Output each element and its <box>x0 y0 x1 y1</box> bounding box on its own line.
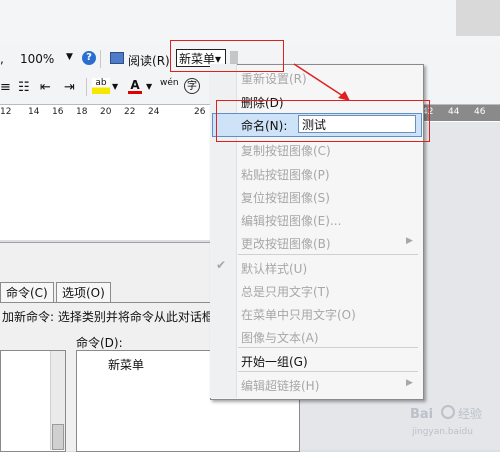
toolbar-separator <box>100 50 101 68</box>
menu-item-edit-image[interactable]: 编辑按钮图像(E)... <box>241 212 341 229</box>
annotation-box-rename <box>216 100 430 142</box>
read-label: 阅读 <box>128 54 153 68</box>
align-icon[interactable]: ≡ <box>0 80 11 95</box>
font-color-icon[interactable]: A <box>128 78 142 94</box>
svg-text:经验: 经验 <box>458 406 482 421</box>
toolbar-separator <box>86 78 87 96</box>
ruler-number: 22 <box>124 107 136 117</box>
menu-item-text-only-menus[interactable]: 在菜单中只用文字(O) <box>241 306 356 323</box>
bullet-list-icon[interactable]: ☷ <box>18 80 30 95</box>
check-icon: ✔ <box>216 258 227 272</box>
ruler-number: 14 <box>28 107 40 117</box>
dialog-instruction: 加新命令: 选择类别并将命令从此对话框 <box>2 310 214 324</box>
menu-item-copy-image[interactable]: 复制按钮图像(C) <box>241 142 331 159</box>
menu-item-paste-image[interactable]: 粘贴按钮图像(P) <box>241 166 330 183</box>
enclosed-char-icon[interactable]: 字 <box>184 78 200 94</box>
menu-item-reset-image[interactable]: 复位按钮图像(S) <box>241 189 330 206</box>
menu-separator <box>238 347 418 348</box>
svg-text:Bai: Bai <box>410 407 433 422</box>
ruler-number: 12 <box>0 107 12 117</box>
baidu-watermark-logo: Bai 经验 jingyan.baidu <box>410 405 482 437</box>
book-icon <box>110 52 124 64</box>
phonetic-guide-icon[interactable]: wén <box>160 78 179 88</box>
annotation-arrow-icon <box>293 63 350 101</box>
decrease-indent-icon[interactable]: ⇤ <box>40 80 51 95</box>
ruler-number: 24 <box>148 107 160 117</box>
help-icon[interactable]: ? <box>82 51 96 65</box>
menu-item-default-style[interactable]: 默认样式(U) <box>241 260 307 277</box>
ruler-number: 20 <box>100 107 112 117</box>
ruler-number: 44 <box>448 107 460 117</box>
submenu-arrow-icon: ▶ <box>406 378 413 388</box>
menu-item-begin-group[interactable]: 开始一组(G) <box>241 353 308 370</box>
ruler-number: 26 <box>194 107 206 117</box>
read-button[interactable]: 阅读(R) <box>128 52 170 69</box>
increase-indent-icon[interactable]: ⇥ <box>64 80 75 95</box>
highlight-icon[interactable]: ab <box>92 78 110 94</box>
tab-options[interactable]: 选项(O) <box>56 282 111 303</box>
ruler-number: 16 <box>52 107 64 117</box>
submenu-arrow-icon: ▶ <box>406 236 413 246</box>
toolbar-overflow-icon[interactable]: , <box>0 52 4 66</box>
list-item[interactable]: 新菜单 <box>108 356 144 373</box>
menu-separator <box>238 371 418 372</box>
menu-item-text-only-always[interactable]: 总是只用文字(T) <box>241 283 330 300</box>
commands-label: 命令(D): <box>76 336 123 350</box>
ruler-number: 18 <box>76 107 88 117</box>
menu-separator <box>238 254 418 255</box>
font-color-dropdown-icon[interactable]: ▼ <box>146 82 152 91</box>
menu-item-change-image[interactable]: 更改按钮图像(B) <box>241 235 331 252</box>
highlight-dropdown-icon[interactable]: ▼ <box>112 82 118 91</box>
zoom-field[interactable]: 100% <box>20 52 54 66</box>
svg-text:jingyan.baidu: jingyan.baidu <box>411 427 473 437</box>
ruler-number: 46 <box>474 107 486 117</box>
menu-item-edit-hyperlink[interactable]: 编辑超链接(H) <box>241 377 319 394</box>
menu-item-image-and-text[interactable]: 图像与文本(A) <box>241 329 319 346</box>
titlebar-edge <box>456 0 500 36</box>
zoom-dropdown-icon[interactable]: ▼ <box>66 52 73 62</box>
annotation-box-new-menu <box>170 40 284 72</box>
scrollbar-thumb[interactable] <box>52 424 64 450</box>
tab-commands[interactable]: 命令(C) <box>0 282 54 303</box>
read-shortcut: (R) <box>152 54 170 68</box>
